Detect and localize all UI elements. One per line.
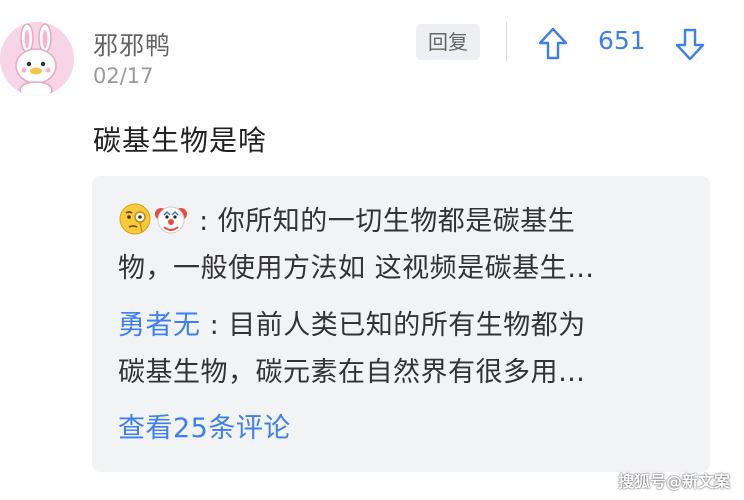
reply-author[interactable]: 勇者无 (118, 310, 201, 341)
watermark: 搜狐号@新文案 (617, 472, 730, 491)
comment-text: 碳基生物是啥 (93, 124, 268, 157)
reply-item[interactable]: : 你所知的一切生物都是碳基生 物，一般使用方法如 这视频是碳基生… (118, 198, 698, 292)
reply-text-line1: 你所知的一切生物都是碳基生 (217, 206, 576, 237)
user-avatar[interactable] (0, 22, 74, 96)
view-more-comments-link[interactable]: 查看25条评论 (118, 406, 291, 445)
reply-line: 勇者无 : 目前人类已知的所有生物都为 (118, 302, 698, 349)
face-with-monocle-emoji (119, 203, 151, 235)
comment-date: 02/17 (93, 64, 154, 88)
reply-text-line2: 物，一般使用方法如 这视频是碳基生… (118, 253, 595, 284)
arrow-down-icon (675, 28, 705, 61)
reply-line: 碳基生物，碳元素在自然界有很多用… (118, 349, 698, 396)
replies-box[interactable]: : 你所知的一切生物都是碳基生 物，一般使用方法如 这视频是碳基生… 勇者无 :… (92, 176, 710, 472)
vote-count: 651 (598, 26, 646, 55)
reply-line: : 你所知的一切生物都是碳基生 (118, 198, 698, 245)
downvote-button[interactable] (670, 24, 710, 64)
reply-separator: : (190, 206, 218, 237)
bunny-avatar-icon (0, 22, 74, 96)
reply-text-line2: 碳基生物，碳元素在自然界有很多用… (118, 357, 586, 388)
clown-face-emoji (155, 206, 187, 234)
arrow-up-icon (538, 27, 568, 60)
reply-item[interactable]: 勇者无 : 目前人类已知的所有生物都为 碳基生物，碳元素在自然界有很多用… (118, 302, 698, 396)
username[interactable]: 邪邪鸭 (93, 26, 171, 62)
comment-card: 邪邪鸭 02/17 回复 651 碳基生物是啥: 你所知的一切生物都是碳基生 … (0, 0, 744, 500)
reply-text-line1: 目前人类已知的所有生物都为 (228, 310, 586, 341)
action-divider (506, 22, 507, 62)
reply-line: 物，一般使用方法如 这视频是碳基生… (118, 245, 698, 292)
reply-button[interactable]: 回复 (416, 24, 480, 60)
reply-separator: : (200, 310, 229, 341)
upvote-button[interactable] (533, 24, 573, 64)
